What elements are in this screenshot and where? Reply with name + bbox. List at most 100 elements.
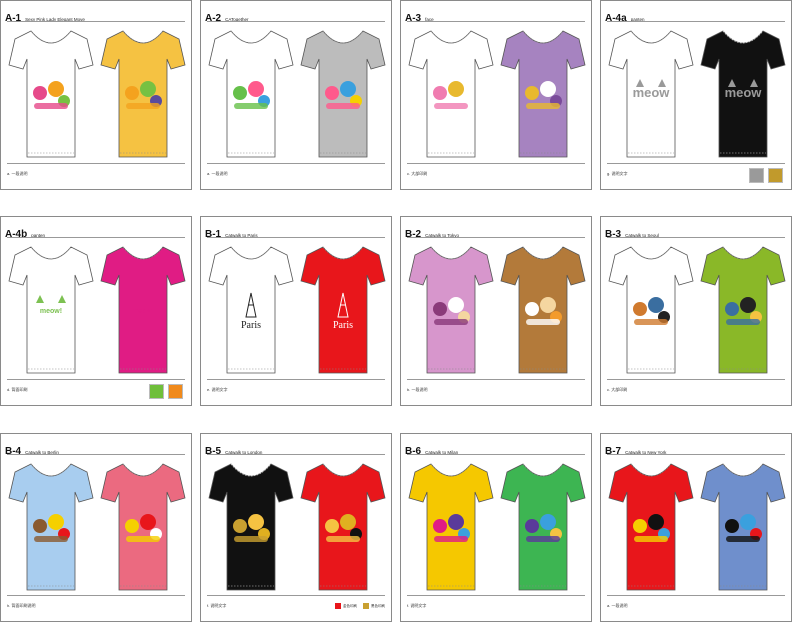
card-footer-note: b. 一段说明	[407, 387, 428, 392]
card-header: B-7 Catwalk to New York	[605, 441, 666, 459]
card-footer-note: f. 说明文字	[207, 603, 227, 608]
header-divider	[207, 21, 385, 22]
header-divider	[207, 237, 385, 238]
header-divider	[607, 237, 785, 238]
print-artwork	[318, 508, 368, 553]
product-card: A-1 Sexy Pink Lady Elegant Move a. 一段说明	[0, 0, 192, 190]
card-footer-note: c. 大部印刷	[407, 171, 428, 176]
card-footer-note: a. 一段说明	[7, 171, 28, 176]
print-legend: 金色印刷 黑色印刷	[335, 603, 385, 609]
print-artwork	[718, 291, 768, 336]
print-artwork	[26, 508, 76, 553]
card-header: A-4b panten	[5, 224, 45, 242]
product-card: B-5 Catwalk to London f. 说明文字 金色印刷 黑色印刷	[200, 433, 392, 622]
product-card: B-3 Catwalk to Seoul c. 大部印刷	[600, 216, 792, 406]
card-header: A-1 Sexy Pink Lady Elegant Move	[5, 8, 85, 26]
product-card: B-7 Catwalk to New York a. 一段说明	[600, 433, 792, 622]
header-divider	[607, 454, 785, 455]
product-card: A-2 CATogether a. 一段说明	[200, 0, 392, 190]
card-footer-note: a. 一段说明	[607, 603, 628, 608]
header-divider	[407, 21, 585, 22]
print-artwork	[626, 291, 676, 336]
swatch	[149, 384, 164, 399]
card-header: B-3 Catwalk to Seoul	[605, 224, 659, 242]
svg-text:meow!: meow!	[40, 308, 62, 315]
print-artwork	[118, 75, 168, 120]
print-artwork	[518, 75, 568, 120]
svg-text:meow: meow	[633, 85, 671, 100]
product-card: B-2 Catwalk to Tokyo b. 一段说明	[400, 216, 592, 406]
card-footer-note: d. 背面印刷	[7, 387, 28, 392]
card-code: B-3	[605, 229, 622, 240]
card-header: B-6 Catwalk to Milan	[405, 441, 458, 459]
print-artwork: meow!	[26, 291, 76, 326]
card-footer-note: c. 大部印刷	[607, 387, 628, 392]
svg-text:meow: meow	[725, 85, 763, 100]
print-artwork	[718, 508, 768, 553]
card-header: B-4 Catwalk to Berlin	[5, 441, 59, 459]
print-artwork	[226, 75, 276, 120]
print-artwork	[318, 75, 368, 120]
footer-divider	[607, 379, 785, 380]
footer-divider	[607, 595, 785, 596]
card-footer-note: g. 说明文字	[607, 171, 628, 176]
card-code: B-6	[405, 446, 422, 457]
card-code: B-4	[5, 446, 22, 457]
card-header: B-5 Catwalk to London	[205, 441, 262, 459]
card-footer-note: a. 一段说明	[207, 171, 228, 176]
print-artwork: meow	[626, 75, 676, 110]
print-artwork	[118, 508, 168, 553]
card-code: B-7	[605, 446, 622, 457]
card-code: A-4a	[605, 13, 627, 24]
print-artwork: meow	[718, 75, 768, 110]
header-divider	[7, 237, 185, 238]
footer-divider	[207, 379, 385, 380]
card-code: A-4b	[5, 229, 28, 240]
footer-divider	[7, 379, 185, 380]
product-card: B-6 Catwalk to Milan f. 说明文字	[400, 433, 592, 622]
product-card: B-1 Catwalk to Paris Paris Paris e. 说明文字	[200, 216, 392, 406]
product-card: A-4b panten meow! meow! d. 背面印刷	[0, 216, 192, 406]
footer-divider	[607, 163, 785, 164]
product-card: A-4a panten meow meow g. 说明文字	[600, 0, 792, 190]
card-header: A-2 CATogether	[205, 8, 249, 26]
print-artwork: Paris	[318, 291, 368, 336]
card-header: A-3 face	[405, 8, 434, 26]
card-code: A-3	[405, 13, 422, 24]
footer-divider	[407, 379, 585, 380]
card-header: B-1 Catwalk to Paris	[205, 224, 258, 242]
print-artwork: meow!	[118, 291, 168, 326]
card-footer-note: e. 说明文字	[207, 387, 228, 392]
header-divider	[207, 454, 385, 455]
card-header: A-4a panten	[605, 8, 644, 26]
card-code: A-1	[5, 13, 22, 24]
card-header: B-2 Catwalk to Tokyo	[405, 224, 459, 242]
color-swatches	[749, 168, 783, 183]
swatch	[768, 168, 783, 183]
print-artwork	[626, 508, 676, 553]
footer-divider	[7, 595, 185, 596]
card-footer-note: f. 说明文字	[407, 603, 427, 608]
swatch	[749, 168, 764, 183]
svg-text:Paris: Paris	[333, 320, 353, 331]
print-artwork	[426, 508, 476, 553]
header-divider	[607, 21, 785, 22]
print-artwork	[26, 75, 76, 120]
footer-divider	[207, 595, 385, 596]
print-artwork	[518, 291, 568, 336]
product-card: B-4 Catwalk to Berlin h. 背面印刷说明	[0, 433, 192, 622]
footer-divider	[207, 163, 385, 164]
card-code: B-1	[205, 229, 222, 240]
color-swatches	[149, 384, 183, 399]
svg-text:Paris: Paris	[241, 320, 261, 331]
print-artwork	[226, 508, 276, 553]
legend-item: 金色印刷	[335, 603, 357, 609]
print-artwork	[426, 291, 476, 336]
header-divider	[7, 21, 185, 22]
footer-divider	[407, 595, 585, 596]
footer-divider	[7, 163, 185, 164]
legend-item: 黑色印刷	[363, 603, 385, 609]
card-code: B-2	[405, 229, 422, 240]
print-artwork: Paris	[226, 291, 276, 336]
print-artwork	[426, 75, 476, 120]
